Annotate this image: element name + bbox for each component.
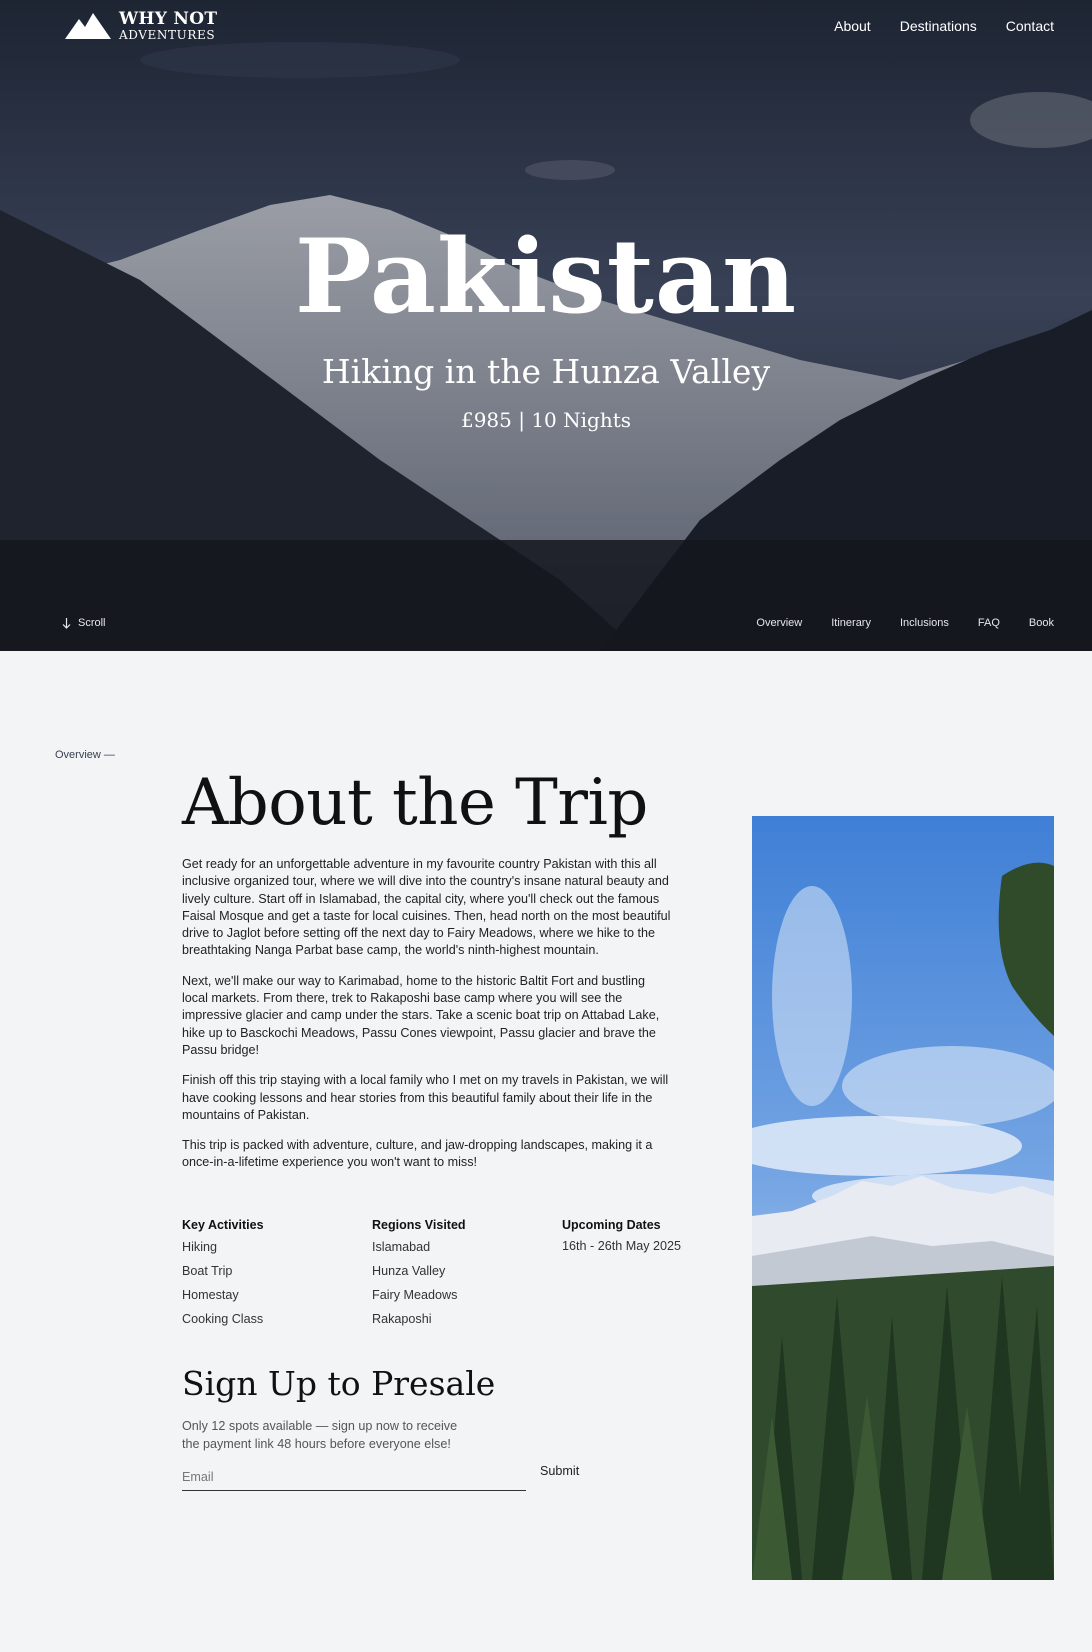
section-link-faq[interactable]: FAQ	[978, 617, 1000, 629]
main-nav: About Destinations Contact	[834, 18, 1054, 34]
email-input[interactable]	[182, 1463, 526, 1491]
activity-item: Homestay	[182, 1288, 239, 1302]
region-item: Hunza Valley	[372, 1264, 446, 1278]
scroll-label: Scroll	[78, 617, 106, 629]
key-activities-heading: Key Activities	[182, 1218, 264, 1232]
activity-item: Hiking	[182, 1240, 217, 1254]
section-link-overview[interactable]: Overview	[756, 617, 802, 629]
hero-subtitle: Hiking in the Hunza Valley	[321, 352, 771, 391]
date-item: 16th - 26th May 2025	[562, 1239, 682, 1253]
region-item: Rakaposhi	[372, 1312, 432, 1326]
hero-section: WHY NOT ADVENTURES About Destinations Co…	[0, 0, 1092, 651]
activity-item: Cooking Class	[182, 1312, 264, 1326]
mountain-logo-icon	[65, 13, 111, 39]
trip-photo	[752, 816, 1054, 1580]
hero-title: Pakistan	[294, 217, 798, 337]
nav-link-destinations[interactable]: Destinations	[900, 18, 977, 34]
about-paragraph: This trip is packed with adventure, cult…	[182, 1138, 653, 1170]
presale-heading: Sign Up to Presale	[182, 1364, 496, 1403]
key-activities: Key Activities Hiking Boat Trip Homestay…	[182, 1218, 372, 1335]
regions-visited: Regions Visited Islamabad Hunza Valley F…	[372, 1218, 562, 1335]
scroll-button[interactable]: Scroll	[62, 617, 106, 629]
about-paragraph: Finish off this trip staying with a loca…	[182, 1073, 669, 1122]
nav-link-about[interactable]: About	[834, 18, 871, 34]
brand-logo[interactable]: WHY NOT ADVENTURES	[65, 11, 217, 41]
nav-link-contact[interactable]: Contact	[1006, 18, 1054, 34]
brand-name-top: WHY NOT	[119, 9, 218, 29]
section-link-book[interactable]: Book	[1029, 617, 1054, 629]
section-nav: Overview Itinerary Inclusions FAQ Book	[756, 617, 1054, 629]
brand-name-bottom: ADVENTURES	[119, 28, 216, 42]
activity-item: Boat Trip	[182, 1264, 233, 1278]
about-paragraph: Get ready for an unforgettable adventure…	[182, 857, 671, 958]
about-paragraph: Next, we'll make our way to Karimabad, h…	[182, 973, 660, 1057]
top-navigation: WHY NOT ADVENTURES About Destinations Co…	[0, 0, 1092, 56]
about-body: Get ready for an unforgettable adventure…	[182, 856, 672, 1185]
trip-facts: Key Activities Hiking Boat Trip Homestay…	[182, 1218, 682, 1335]
dates-heading: Upcoming Dates	[562, 1218, 661, 1232]
presale-copy: Only 12 spots available — sign up now to…	[182, 1419, 458, 1451]
section-link-inclusions[interactable]: Inclusions	[900, 617, 949, 629]
hero-price-duration: £985 | 10 Nights	[460, 408, 632, 432]
regions-heading: Regions Visited	[372, 1218, 466, 1232]
section-link-itinerary[interactable]: Itinerary	[831, 617, 871, 629]
submit-button[interactable]: Submit	[540, 1464, 579, 1478]
region-item: Islamabad	[372, 1240, 431, 1254]
about-heading: About the Trip	[182, 766, 648, 840]
mountain-forest-image	[752, 816, 1054, 1580]
section-label-overview: Overview —	[55, 749, 115, 761]
region-item: Fairy Meadows	[372, 1288, 458, 1302]
arrow-down-icon	[62, 617, 71, 629]
upcoming-dates: Upcoming Dates 16th - 26th May 2025	[562, 1218, 682, 1335]
